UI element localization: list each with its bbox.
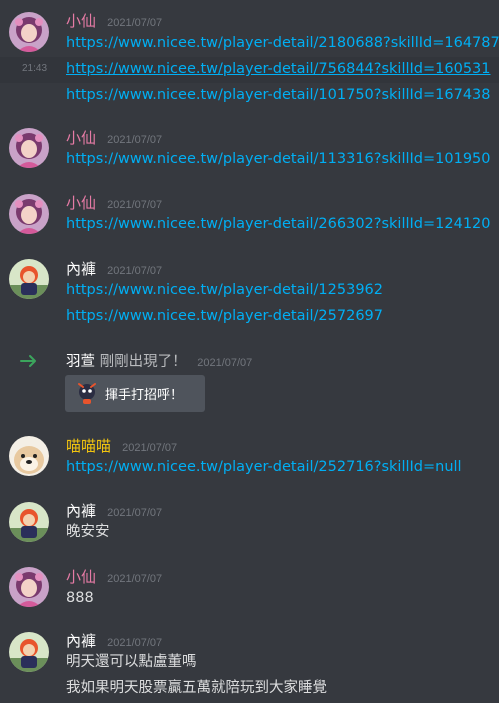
message-line: https://www.nicee.tw/player-detail/10175… (66, 85, 491, 105)
join-arrow-icon (20, 355, 36, 367)
girl-avatar[interactable] (9, 12, 49, 52)
message-link[interactable]: https://www.nicee.tw/player-detail/12539… (66, 282, 383, 298)
message-link[interactable]: https://www.nicee.tw/player-detail/26630… (66, 216, 491, 232)
girl-avatar[interactable] (9, 567, 49, 607)
username[interactable]: 內褲 (66, 260, 96, 278)
character-avatar[interactable] (9, 259, 49, 299)
message-line: https://www.nicee.tw/player-detail/75684… (66, 59, 491, 79)
timestamp: 2021/07/07 (107, 17, 163, 29)
username[interactable]: 內褲 (66, 502, 96, 520)
message-link[interactable]: https://www.nicee.tw/player-detail/10175… (66, 87, 491, 103)
timestamp: 2021/07/07 (107, 265, 163, 277)
character-avatar[interactable] (9, 502, 49, 542)
hover-timestamp: 21:43 (22, 63, 48, 74)
username[interactable]: 小仙 (66, 194, 96, 212)
message-text: 明天還可以點盧董嗎 (66, 654, 197, 670)
timestamp: 2021/07/07 (107, 134, 163, 146)
timestamp: 2021/07/07 (107, 637, 163, 649)
username[interactable]: 小仙 (66, 568, 96, 586)
username[interactable]: 小仙 (66, 12, 96, 30)
girl-avatar[interactable] (9, 194, 49, 234)
message-line: https://www.nicee.tw/player-detail/12539… (66, 280, 383, 300)
join-text: 剛剛出現了！ (99, 354, 187, 370)
dog-avatar[interactable] (9, 436, 49, 476)
message-link[interactable]: https://www.nicee.tw/player-detail/21806… (66, 35, 499, 51)
timestamp: 2021/07/07 (107, 507, 163, 519)
message-link[interactable]: https://www.nicee.tw/player-detail/11331… (66, 151, 491, 167)
wave-button-label: 揮手打招呼！ (105, 388, 184, 403)
message-line: https://www.nicee.tw/player-detail/11331… (66, 149, 491, 169)
message-line: https://www.nicee.tw/player-detail/21806… (66, 33, 499, 53)
timestamp: 2021/07/07 (197, 357, 253, 369)
wave-sticker-icon (78, 383, 96, 404)
character-avatar[interactable] (9, 632, 49, 672)
timestamp: 2021/07/07 (122, 442, 178, 454)
timestamp: 2021/07/07 (107, 199, 163, 211)
username[interactable]: 羽萱 (66, 354, 95, 370)
message-line: https://www.nicee.tw/player-detail/25271… (66, 457, 462, 477)
girl-avatar[interactable] (9, 128, 49, 168)
message-link[interactable]: https://www.nicee.tw/player-detail/75684… (66, 61, 491, 77)
username[interactable]: 內褲 (66, 632, 96, 650)
message-line: https://www.nicee.tw/player-detail/26630… (66, 214, 491, 234)
timestamp: 2021/07/07 (107, 573, 163, 585)
message-text: 我如果明天股票贏五萬就陪玩到大家睡覺 (66, 680, 327, 696)
message-line: https://www.nicee.tw/player-detail/25726… (66, 306, 383, 326)
message-text: 晚安安 (66, 524, 110, 540)
message-text: 888 (66, 590, 94, 606)
username[interactable]: 小仙 (66, 129, 96, 147)
chat-message-list: 小仙 2021/07/07 https://www.nicee.tw/playe… (0, 0, 499, 703)
message-link[interactable]: https://www.nicee.tw/player-detail/25726… (66, 308, 383, 324)
wave-button[interactable]: 揮手打招呼！ (65, 375, 205, 412)
username[interactable]: 喵喵喵 (66, 437, 111, 455)
message-link[interactable]: https://www.nicee.tw/player-detail/25271… (66, 459, 462, 475)
